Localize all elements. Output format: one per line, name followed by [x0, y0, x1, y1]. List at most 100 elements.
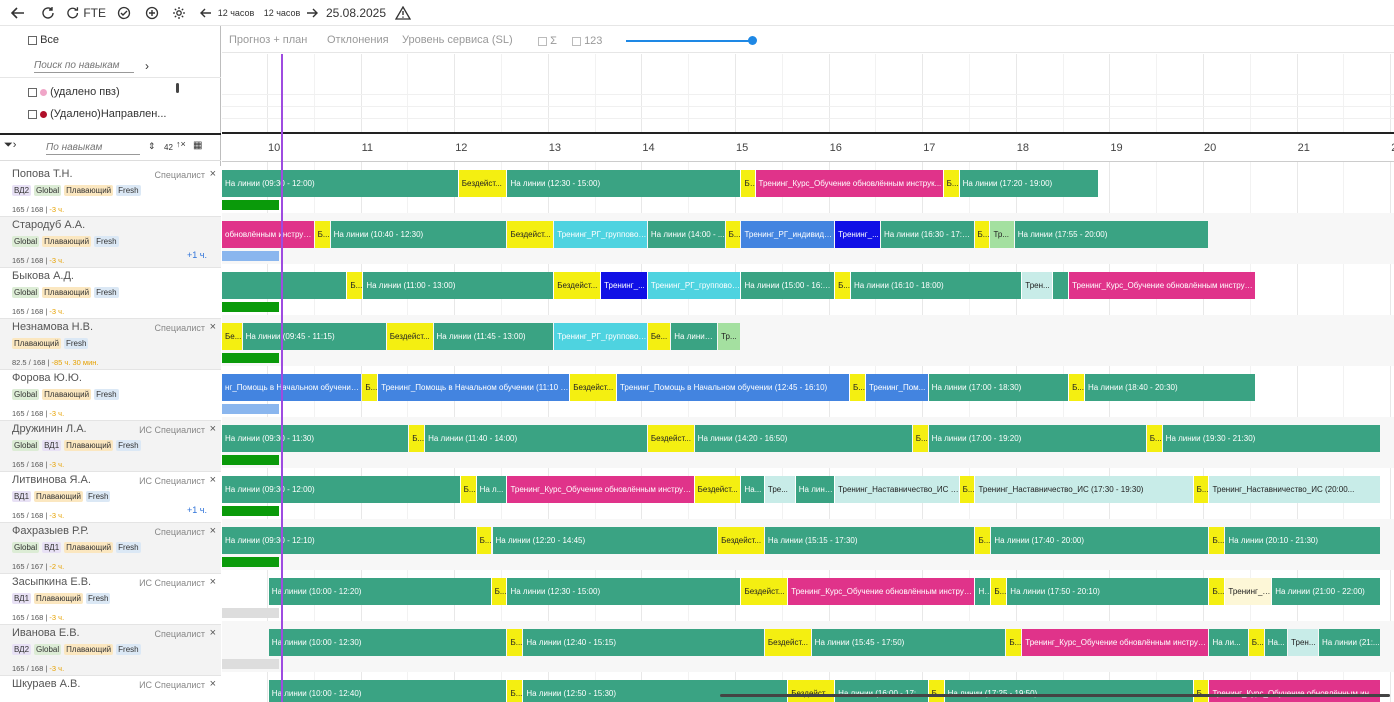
skills-search-input[interactable]: [34, 58, 134, 73]
shift-segment[interactable]: Бездейст...: [386, 323, 433, 350]
shift-segment[interactable]: Б...: [507, 680, 523, 702]
shift-segment[interactable]: Бе...: [647, 323, 671, 350]
zoom-slider-track[interactable]: [626, 40, 754, 42]
remove-icon[interactable]: ×: [210, 168, 216, 180]
shift-segment[interactable]: На линии (17:00 - 19:20): [928, 425, 1146, 452]
tab-service-level[interactable]: Уровень сервиса (SL): [402, 34, 513, 46]
shift-segment[interactable]: Б...: [409, 425, 425, 452]
shift-segment[interactable]: На линии (11:45 - 13:00): [433, 323, 554, 350]
select-all[interactable]: Все: [28, 34, 59, 46]
prev-period-button[interactable]: 12 часов: [197, 0, 257, 26]
tab-deviations[interactable]: Отклонения: [327, 34, 389, 46]
shift-segment[interactable]: На линии (09:30 - 12:10): [222, 527, 476, 554]
shift-segment[interactable]: На линии (17:55 - 20:00): [1014, 221, 1209, 248]
employee-row[interactable]: Литвинова Я.А. ИС Специалист × ВД1 Плавающий…: [0, 472, 221, 523]
date-picker[interactable]: 25.08.2025: [325, 0, 387, 26]
shift-segment[interactable]: На линии (18:40 - 20:30): [1084, 374, 1256, 401]
shift-segment[interactable]: Б...: [1193, 680, 1209, 702]
shift-segment[interactable]: Б...: [347, 272, 363, 299]
zoom-slider-handle[interactable]: [748, 36, 757, 45]
shift-segment[interactable]: Тренинг_Помощь в Начальном обучении (12:…: [616, 374, 850, 401]
shift-segment[interactable]: На линии (09:30 - 12:00): [222, 476, 460, 503]
clear-sort-icon[interactable]: ↑×: [176, 139, 186, 149]
shift-segment[interactable]: Бездейст...: [554, 272, 601, 299]
shift-segment[interactable]: На лини...: [795, 476, 835, 503]
shift-segment[interactable]: На линии (09:30 - 11:30): [222, 425, 409, 452]
add-icon[interactable]: [142, 0, 162, 26]
shift-segment[interactable]: Трен...: [1288, 629, 1318, 656]
shift-segment[interactable]: Тренинг_Курс_Обучение обновлённым инстру…: [1209, 680, 1380, 702]
shift-segment[interactable]: Тренинг_РГ_индивидуу...: [741, 221, 835, 248]
shift-segment[interactable]: Б...: [1193, 476, 1209, 503]
shift-segment[interactable]: Б...: [1248, 629, 1264, 656]
employee-row[interactable]: Дружинин Л.А. ИС Специалист × Global ВД1 Плав…: [0, 421, 221, 472]
employee-row[interactable]: Шкураев А.В. ИС Специалист ×: [0, 676, 221, 702]
shift-segment[interactable]: На линии (12:30 - 15:00): [507, 578, 741, 605]
shift-segment[interactable]: Тренинг_Наставничество_ИС (20:00...: [1209, 476, 1380, 503]
shift-segment[interactable]: На линии (14:00 - ...: [647, 221, 725, 248]
shift-segment[interactable]: Б...: [959, 476, 975, 503]
shift-segment[interactable]: На линии (12:30 - 15:00): [507, 170, 741, 197]
remove-icon[interactable]: ×: [210, 627, 216, 639]
shift-segment[interactable]: На...: [1264, 629, 1288, 656]
employee-row[interactable]: Незнамова Н.В. Специалист × Плавающий Fresh 8…: [0, 319, 221, 370]
shift-segment[interactable]: На линии (10:00 - 12:20): [268, 578, 491, 605]
shift-segment[interactable]: Б...: [725, 221, 741, 248]
shift-segment[interactable]: На линии (11:40 - 14:00): [425, 425, 647, 452]
skills-scrollbar[interactable]: [176, 83, 179, 93]
shift-segment[interactable]: На...: [741, 476, 764, 503]
remove-icon[interactable]: ×: [210, 525, 216, 537]
shift-segment[interactable]: Бездейст...: [788, 680, 835, 702]
shift-segment[interactable]: обновлённым инструкц...: [222, 221, 314, 248]
shift-segment[interactable]: Тренинг_Курс_Обучение обновлённым инстру…: [1069, 272, 1256, 299]
shift-segment[interactable]: На л...: [476, 476, 507, 503]
shift-segment[interactable]: На линии (10:00 - 12:30): [268, 629, 507, 656]
employee-row[interactable]: Попова Т.Н. Специалист × ВД2 Global Плавающий…: [0, 166, 221, 217]
shift-segment[interactable]: Н...: [975, 578, 991, 605]
employee-row[interactable]: Форова Ю.Ю. Global Плавающий Fresh 165 / 168…: [0, 370, 221, 421]
employee-row[interactable]: Засыпкина Е.В. ИС Специалист × ВД1 Плавающий…: [0, 574, 221, 625]
shift-segment[interactable]: Тре...: [764, 476, 795, 503]
shift-segment[interactable]: На линии (10:00 - 12:40): [268, 680, 507, 702]
approve-icon[interactable]: [114, 0, 134, 26]
shift-segment[interactable]: Б...: [912, 425, 928, 452]
shift-segment[interactable]: Трен...: [1022, 272, 1053, 299]
shift-segment[interactable]: [222, 272, 347, 299]
shift-segment[interactable]: На линии (09:45 - 11:15): [242, 323, 386, 350]
shift-segment[interactable]: Бе...: [222, 323, 242, 350]
calendar-icon[interactable]: ▦: [193, 140, 202, 151]
tab-forecast-plan[interactable]: Прогноз + план: [229, 34, 307, 46]
shift-segment[interactable]: Тренинг_Наставничество_ИС (1...: [835, 476, 959, 503]
remove-icon[interactable]: ×: [210, 474, 216, 486]
shift-segment[interactable]: Тренинг_Курс...: [1225, 578, 1272, 605]
shift-segment[interactable]: Тренинг_Курс_Обучение обновлённым инстру…: [755, 170, 943, 197]
shift-segment[interactable]: Б...: [314, 221, 330, 248]
shift-segment[interactable]: Б...: [491, 578, 507, 605]
shift-segment[interactable]: На линии (09:30 - 12:00): [222, 170, 458, 197]
chevron-right-icon[interactable]: ›: [145, 59, 149, 73]
shift-segment[interactable]: Бездейст...: [458, 170, 507, 197]
shift-segment[interactable]: Тренинг_РГ_групповой...: [554, 323, 647, 350]
shift-segment[interactable]: На линии (15:45 - 17:50): [811, 629, 1006, 656]
shift-segment[interactable]: На линии (11:00 - 13:00): [363, 272, 554, 299]
shift-segment[interactable]: Б...: [850, 374, 865, 401]
skill-item[interactable]: (удалено пвз): [28, 86, 120, 98]
shift-segment[interactable]: На линии (17:50 - 20:10): [1007, 578, 1209, 605]
shift-segment[interactable]: Бездейст...: [718, 527, 764, 554]
shift-segment[interactable]: Бездейст...: [741, 578, 788, 605]
shift-segment[interactable]: Б...: [943, 170, 959, 197]
remove-icon[interactable]: ×: [210, 321, 216, 333]
sum-checkbox[interactable]: Σ: [538, 35, 557, 47]
shift-segment[interactable]: Бездейст...: [647, 425, 694, 452]
shift-segment[interactable]: На линии (17:00 - 18:30): [928, 374, 1069, 401]
shift-segment[interactable]: На линии (14:20 - 16:50): [694, 425, 912, 452]
shift-segment[interactable]: Бездейст...: [694, 476, 741, 503]
employee-row[interactable]: Фахразыев Р.Р. Специалист × Global ВД1 Плаваю…: [0, 523, 221, 574]
remove-icon[interactable]: ×: [210, 678, 216, 690]
shift-segment[interactable]: Б...: [362, 374, 378, 401]
shift-segment[interactable]: На линии (12:20 - 14:45): [492, 527, 718, 554]
filter-icon[interactable]: ⏷›: [4, 139, 16, 152]
shift-segment[interactable]: На линии (15:00 - 16:00): [741, 272, 835, 299]
shift-segment[interactable]: Б...: [835, 272, 850, 299]
shift-segment[interactable]: На линии (21:...: [1318, 629, 1380, 656]
